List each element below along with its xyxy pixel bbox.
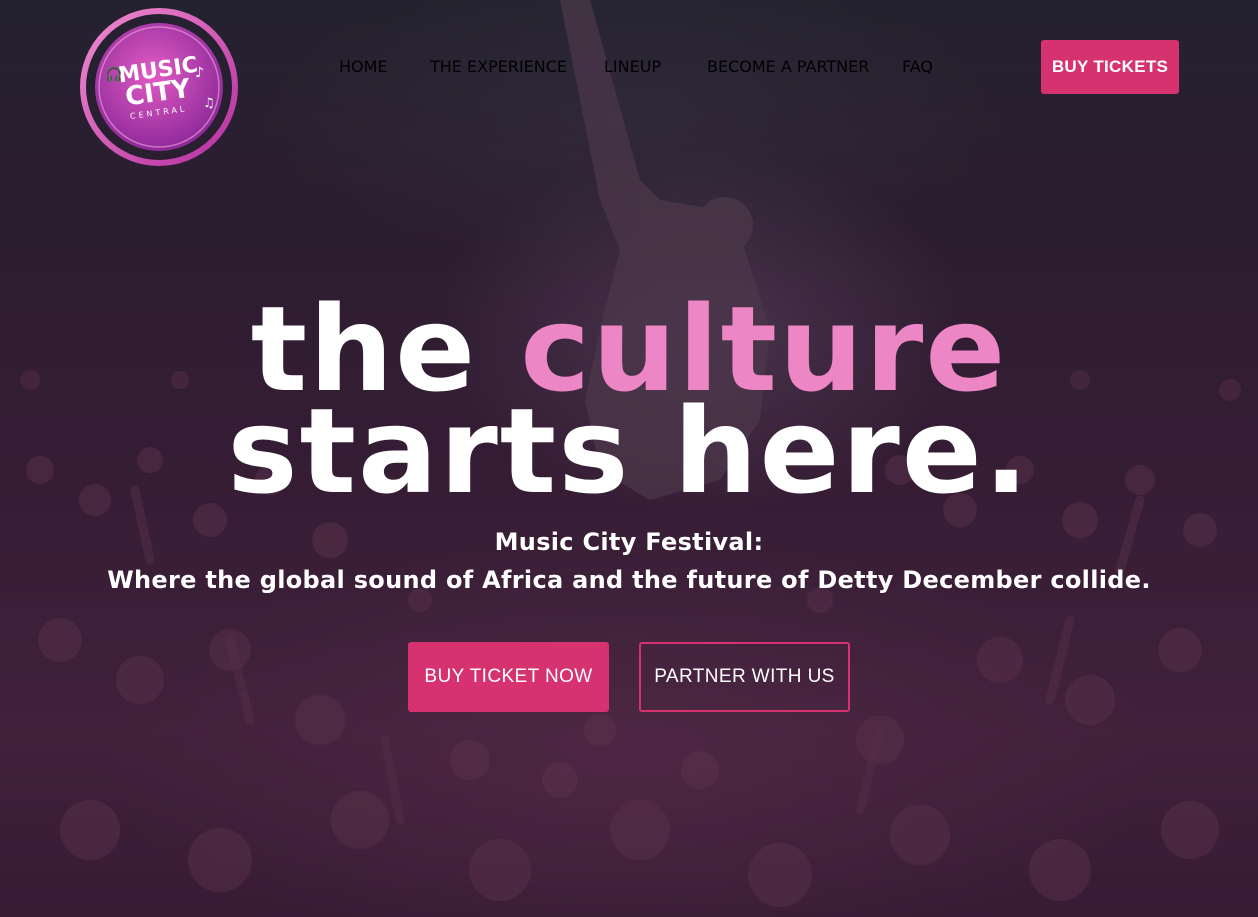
nav-link-faq[interactable]: FAQ (902, 57, 933, 76)
nav-link-the-experience[interactable]: THE EXPERIENCE (430, 57, 567, 76)
hero-section: MUSIC CITY CENTRAL 🎧 ♪ ♫ HOME THE EXPERI… (0, 0, 1258, 917)
headline-line-2: starts here. (0, 392, 1258, 510)
headline-word-starts: starts (227, 382, 631, 520)
subtitle-line-2: Where the global sound of Africa and the… (107, 566, 1151, 594)
headline-word-here: here. (673, 382, 1031, 520)
music-city-logo[interactable]: MUSIC CITY CENTRAL 🎧 ♪ ♫ (79, 7, 239, 167)
headphones-icon: 🎧 (105, 66, 122, 83)
subtitle-line-1: Music City Festival: (494, 528, 764, 556)
nav-link-home[interactable]: HOME (339, 57, 388, 76)
music-notes-icon: ♫ (203, 96, 215, 111)
partner-with-us-button[interactable]: PARTNER WITH US (639, 642, 850, 712)
buy-ticket-now-button[interactable]: BUY TICKET NOW (408, 642, 609, 712)
nav-link-become-a-partner[interactable]: BECOME A PARTNER (707, 57, 869, 76)
buy-tickets-button[interactable]: BUY TICKETS (1041, 40, 1179, 94)
nav-link-lineup[interactable]: LINEUP (604, 57, 661, 76)
music-note-icon: ♪ (195, 65, 204, 81)
